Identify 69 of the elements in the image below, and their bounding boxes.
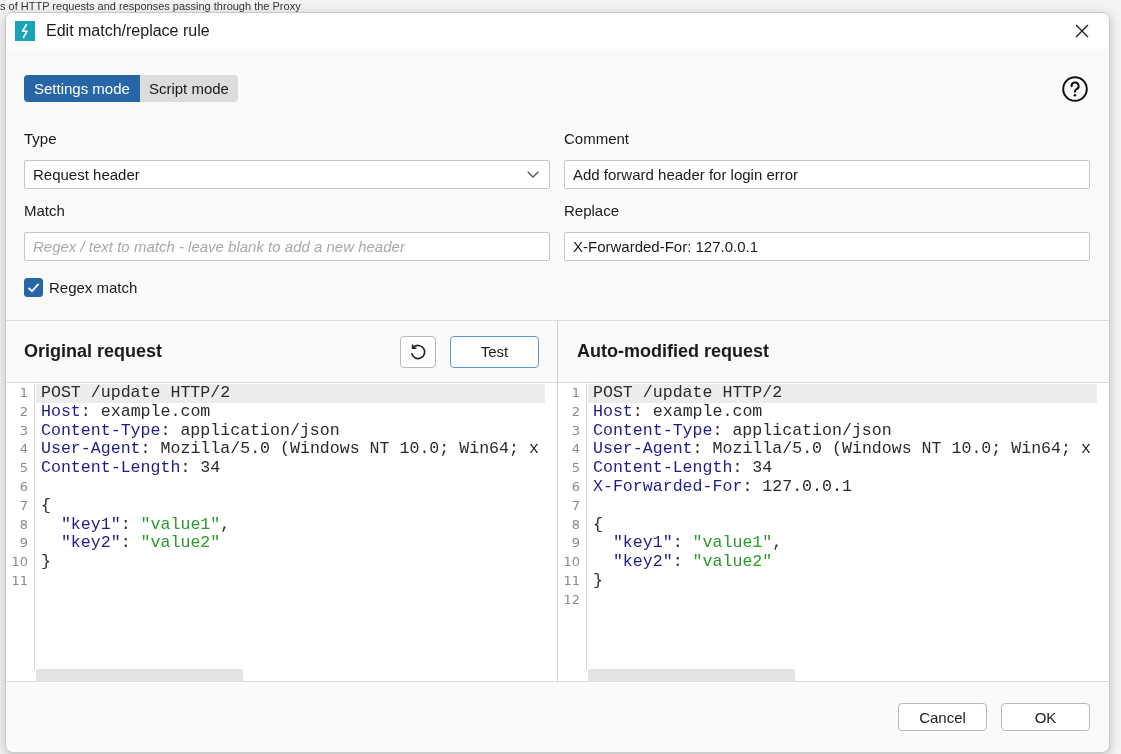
line-number: 8	[19, 515, 29, 534]
code-line: User-Agent: Mozilla/5.0 (Windows NT 10.0; Win64; x	[592, 440, 1091, 460]
code-line: X-Forwarded-For: 127.0.0.1	[592, 478, 852, 497]
dialog-button[interactable]: OK	[1001, 703, 1090, 731]
line-number: 9	[571, 534, 581, 553]
code-line: "key1": "value1",	[59, 515, 231, 535]
code-editor[interactable]	[6, 383, 557, 681]
line-number: 1	[571, 384, 581, 402]
checkbox-label[interactable]: Regex match	[49, 278, 138, 297]
line-number: 11	[11, 571, 29, 590]
line-number: 4	[571, 440, 581, 459]
line-number: 2	[19, 402, 29, 421]
help-icon[interactable]	[1062, 75, 1088, 102]
code-line: Content-Length: 34	[40, 459, 221, 478]
code-line: Content-Length: 34	[592, 459, 773, 478]
code-line: User-Agent: Mozilla/5.0 (Windows NT 10.0; Win64; x	[40, 440, 539, 460]
dialog-button[interactable]: Cancel	[898, 703, 987, 731]
mode-tab[interactable]: Settings mode	[24, 75, 140, 102]
close-icon	[1075, 24, 1089, 38]
code-line: Content-Type: application/json	[40, 421, 340, 441]
field-label: Match	[24, 201, 65, 221]
refresh-icon	[409, 342, 427, 361]
code-line: {	[592, 515, 603, 535]
checkbox[interactable]	[24, 278, 43, 297]
code-line: }	[40, 553, 51, 572]
panel-title: Auto-modified request	[577, 341, 769, 362]
line-number: 10	[11, 553, 29, 572]
line-number: 1	[19, 384, 29, 402]
code-line: "key2": "value2"	[611, 553, 773, 572]
line-number: 8	[571, 515, 581, 534]
line-number: 5	[19, 459, 29, 478]
line-number: 7	[19, 496, 29, 515]
code-editor[interactable]	[558, 383, 1109, 681]
code-line: Content-Type: application/json	[592, 421, 892, 441]
text-field[interactable]: Add forward header for login error	[564, 160, 1090, 189]
line-number: 10	[563, 553, 581, 572]
line-number: 6	[19, 478, 29, 496]
line-number: 3	[19, 421, 29, 440]
background-window-text: s of HTTP requests and responses passing through the Proxy	[0, 0, 301, 12]
reset-button[interactable]	[400, 335, 436, 368]
line-number: 12	[563, 590, 581, 609]
line-number: 7	[571, 496, 581, 515]
chevron-down-icon	[527, 171, 539, 178]
field-label: Type	[24, 129, 57, 149]
code-line: Host: example.com	[592, 402, 763, 422]
code-line: {	[40, 496, 51, 516]
field-label: Comment	[564, 129, 630, 149]
panel-title: Original request	[24, 341, 163, 362]
field-label: Replace	[564, 201, 620, 221]
test-button[interactable]: Test	[450, 335, 539, 368]
type-dropdown[interactable]: Request header	[24, 160, 550, 189]
code-line: "key2": "value2"	[59, 534, 221, 554]
code-line: Host: example.com	[40, 402, 211, 422]
text-field[interactable]: Regex / text to match - leave blank to add a new header	[24, 232, 550, 261]
line-number: 5	[571, 459, 581, 478]
line-number: 3	[571, 421, 581, 440]
line-number: 4	[19, 440, 29, 459]
window-title: Edit match/replace rule	[46, 21, 210, 41]
scrollbar-thumb[interactable]	[36, 669, 243, 681]
mode-tab[interactable]: Script mode	[139, 75, 238, 102]
lightning-icon	[15, 21, 35, 41]
line-number: 9	[19, 534, 29, 553]
code-line: }	[592, 571, 603, 591]
code-line: "key1": "value1",	[611, 534, 783, 554]
scrollbar-thumb[interactable]	[588, 669, 795, 681]
line-number: 11	[563, 571, 581, 590]
line-number: 2	[571, 402, 581, 421]
line-number: 6	[571, 478, 581, 496]
text-field[interactable]: X-Forwarded-For: 127.0.0.1	[564, 232, 1090, 261]
